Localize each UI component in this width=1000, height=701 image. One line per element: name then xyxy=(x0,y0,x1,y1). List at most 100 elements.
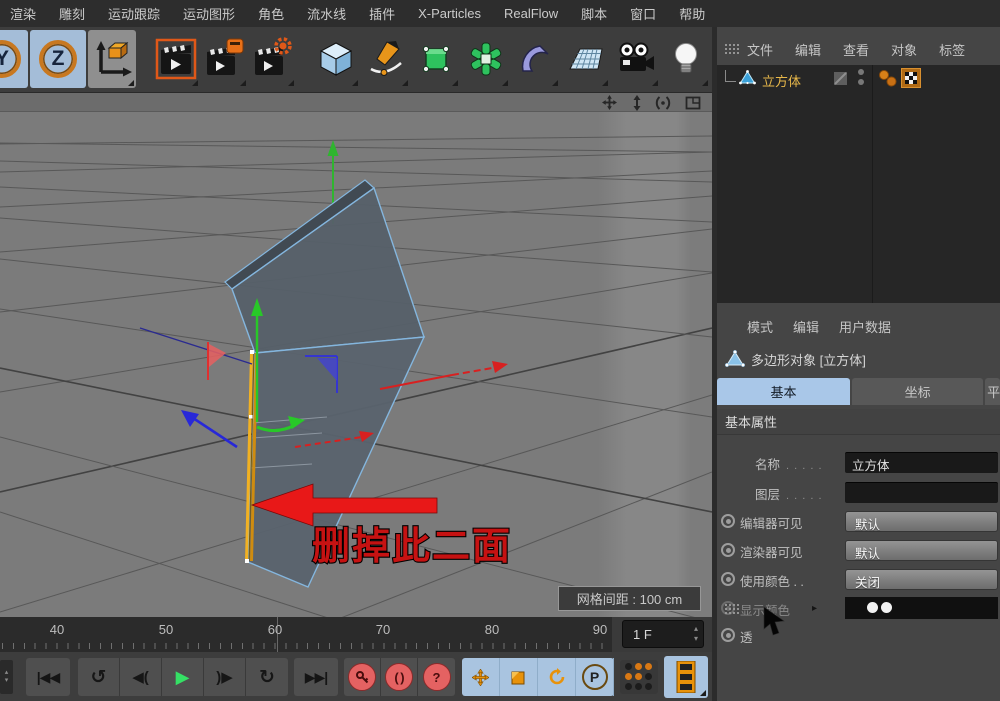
om-menu-object[interactable]: 对象 xyxy=(891,40,917,59)
menu-sculpt[interactable]: 雕刻 xyxy=(59,4,85,23)
camera-button[interactable] xyxy=(612,30,660,88)
viewport-canvas[interactable]: 删掉此二面 网格间距 : 100 cm xyxy=(0,112,712,617)
workplane-button[interactable] xyxy=(88,30,136,88)
parameter-icon: P xyxy=(582,664,608,690)
record-scale-button[interactable] xyxy=(500,658,538,696)
next-frame-button[interactable]: )▶ xyxy=(204,658,246,696)
current-frame-marker[interactable] xyxy=(277,617,278,652)
field-label: 透 xyxy=(740,627,753,646)
frame-increment-select[interactable]: 1 F ▴▾ xyxy=(622,620,704,648)
tab-coordinates[interactable]: 坐标 xyxy=(852,378,983,405)
timeline-ruler[interactable]: 40 50 60 70 80 90 1 F ▴▾ xyxy=(0,617,712,652)
render-view-button[interactable] xyxy=(152,30,200,88)
viewport-rotate-icon[interactable] xyxy=(652,94,674,111)
tab-basic[interactable]: 基本 xyxy=(717,378,850,405)
viewport-zoom-icon[interactable] xyxy=(626,94,648,111)
menu-xparticles[interactable]: X-Particles xyxy=(418,6,481,21)
axis-y-button[interactable]: Y xyxy=(0,30,28,88)
menu-character[interactable]: 角色 xyxy=(258,4,284,23)
viewport-maximize-icon[interactable] xyxy=(682,94,704,111)
om-menu-file[interactable]: 文件 xyxy=(747,40,773,59)
timeline-track[interactable]: 40 50 60 70 80 90 xyxy=(0,617,612,652)
keying-dots-grid[interactable] xyxy=(620,660,658,694)
display-color-value[interactable] xyxy=(845,597,998,619)
play-button[interactable]: ▶ xyxy=(162,658,204,696)
am-menu-mode[interactable]: 模式 xyxy=(747,317,773,336)
generators-button[interactable] xyxy=(412,30,460,88)
render-picture-viewer-button[interactable] xyxy=(200,30,248,88)
radio-icon[interactable] xyxy=(721,628,735,642)
menu-render[interactable]: 渲染 xyxy=(10,4,36,23)
object-list[interactable]: 立方体 xyxy=(717,65,1000,303)
radio-icon[interactable] xyxy=(721,601,735,615)
tab-phong[interactable]: 平 xyxy=(985,378,1000,405)
selection-tag-icon[interactable] xyxy=(901,68,921,88)
basic-properties-header[interactable]: 基本属性 xyxy=(717,409,1000,435)
record-parameter-button[interactable]: P xyxy=(576,658,614,696)
om-menu-tags[interactable]: 标签 xyxy=(939,40,965,59)
menu-pipeline[interactable]: 流水线 xyxy=(307,4,346,23)
primitive-cube-button[interactable] xyxy=(312,30,360,88)
previous-frame-button[interactable]: ◀( xyxy=(120,658,162,696)
menu-mograph[interactable]: 运动图形 xyxy=(183,4,235,23)
object-name[interactable]: 立方体 xyxy=(762,71,801,90)
keyframe-selection-button[interactable]: ? xyxy=(418,658,455,696)
enable-toggle-icon[interactable] xyxy=(833,71,848,86)
menu-motion-tracker[interactable]: 运动跟踪 xyxy=(108,4,160,23)
menu-script[interactable]: 脚本 xyxy=(581,4,607,23)
editor-visibility-dropdown[interactable]: 默认 xyxy=(845,511,998,532)
previous-key-button[interactable]: ↺ xyxy=(78,658,120,696)
light-button[interactable] xyxy=(662,30,710,88)
pen-spline-button[interactable] xyxy=(362,30,410,88)
grip-icon[interactable] xyxy=(724,43,739,56)
am-menu-edit[interactable]: 编辑 xyxy=(793,317,819,336)
layer-input[interactable] xyxy=(845,482,998,503)
deformers-button[interactable] xyxy=(512,30,560,88)
main-menubar: 渲染 雕刻 运动跟踪 运动图形 角色 流水线 插件 X-Particles Re… xyxy=(0,0,1000,27)
menu-plugins[interactable]: 插件 xyxy=(369,4,395,23)
radio-icon[interactable] xyxy=(721,514,735,528)
grid-spacing-label: 网格间距 : 100 cm xyxy=(558,586,701,611)
render-settings-button[interactable] xyxy=(248,30,296,88)
render-picture-viewer-icon xyxy=(203,37,245,81)
visibility-dots[interactable] xyxy=(858,69,864,85)
renderer-visibility-dropdown[interactable]: 默认 xyxy=(845,540,998,561)
transport-bar: ▴▾ |◀◀ ↺ ◀( ▶ )▶ ↻ ▶▶| ( ) ? xyxy=(0,652,712,701)
go-to-end-button[interactable]: ▶▶| xyxy=(294,658,338,696)
viewport-pan-icon[interactable] xyxy=(598,94,620,111)
name-input[interactable]: 立方体 xyxy=(845,452,998,473)
spinner-icon[interactable]: ▴▾ xyxy=(694,624,698,644)
use-color-dropdown[interactable]: 关闭 xyxy=(845,569,998,590)
menu-window[interactable]: 窗口 xyxy=(630,4,656,23)
menu-help[interactable]: 帮助 xyxy=(679,4,705,23)
go-to-start-button[interactable]: |◀◀ xyxy=(26,658,70,696)
tick-label: 70 xyxy=(376,622,390,637)
om-menu-edit[interactable]: 编辑 xyxy=(795,40,821,59)
main-toolbar: Y Z xyxy=(0,27,712,92)
expander-icon[interactable]: ▸ xyxy=(812,603,817,614)
environment-button[interactable] xyxy=(562,30,610,88)
record-rotation-button[interactable] xyxy=(538,658,576,696)
attribute-manager-menubar: 模式 编辑 用户数据 xyxy=(717,310,1000,342)
autokey-button[interactable]: ( ) xyxy=(381,658,418,696)
floor-grid-icon xyxy=(567,40,605,78)
om-menu-view[interactable]: 查看 xyxy=(843,40,869,59)
render-queue-button[interactable] xyxy=(664,656,708,698)
menu-realflow[interactable]: RealFlow xyxy=(504,6,558,21)
am-menu-userdata[interactable]: 用户数据 xyxy=(839,317,891,336)
tick-label: 60 xyxy=(268,622,282,637)
object-row-cube[interactable]: 立方体 xyxy=(717,65,1000,91)
record-keyframe-button[interactable] xyxy=(344,658,381,696)
left-spinner[interactable]: ▴▾ xyxy=(0,660,13,694)
bend-deformer-icon xyxy=(517,40,555,78)
radio-icon[interactable] xyxy=(721,572,735,586)
phong-tag-icon[interactable] xyxy=(877,68,899,88)
playback-group: ↺ ◀( ▶ )▶ ↻ xyxy=(78,658,288,696)
record-group: ( ) ? xyxy=(344,658,455,696)
record-position-button[interactable] xyxy=(462,658,500,696)
axis-z-button[interactable]: Z xyxy=(30,30,86,88)
next-key-button[interactable]: ↻ xyxy=(246,658,288,696)
radio-icon[interactable] xyxy=(721,543,735,557)
modeling-tools-button[interactable] xyxy=(462,30,510,88)
field-row-xray: 透 xyxy=(717,623,1000,649)
